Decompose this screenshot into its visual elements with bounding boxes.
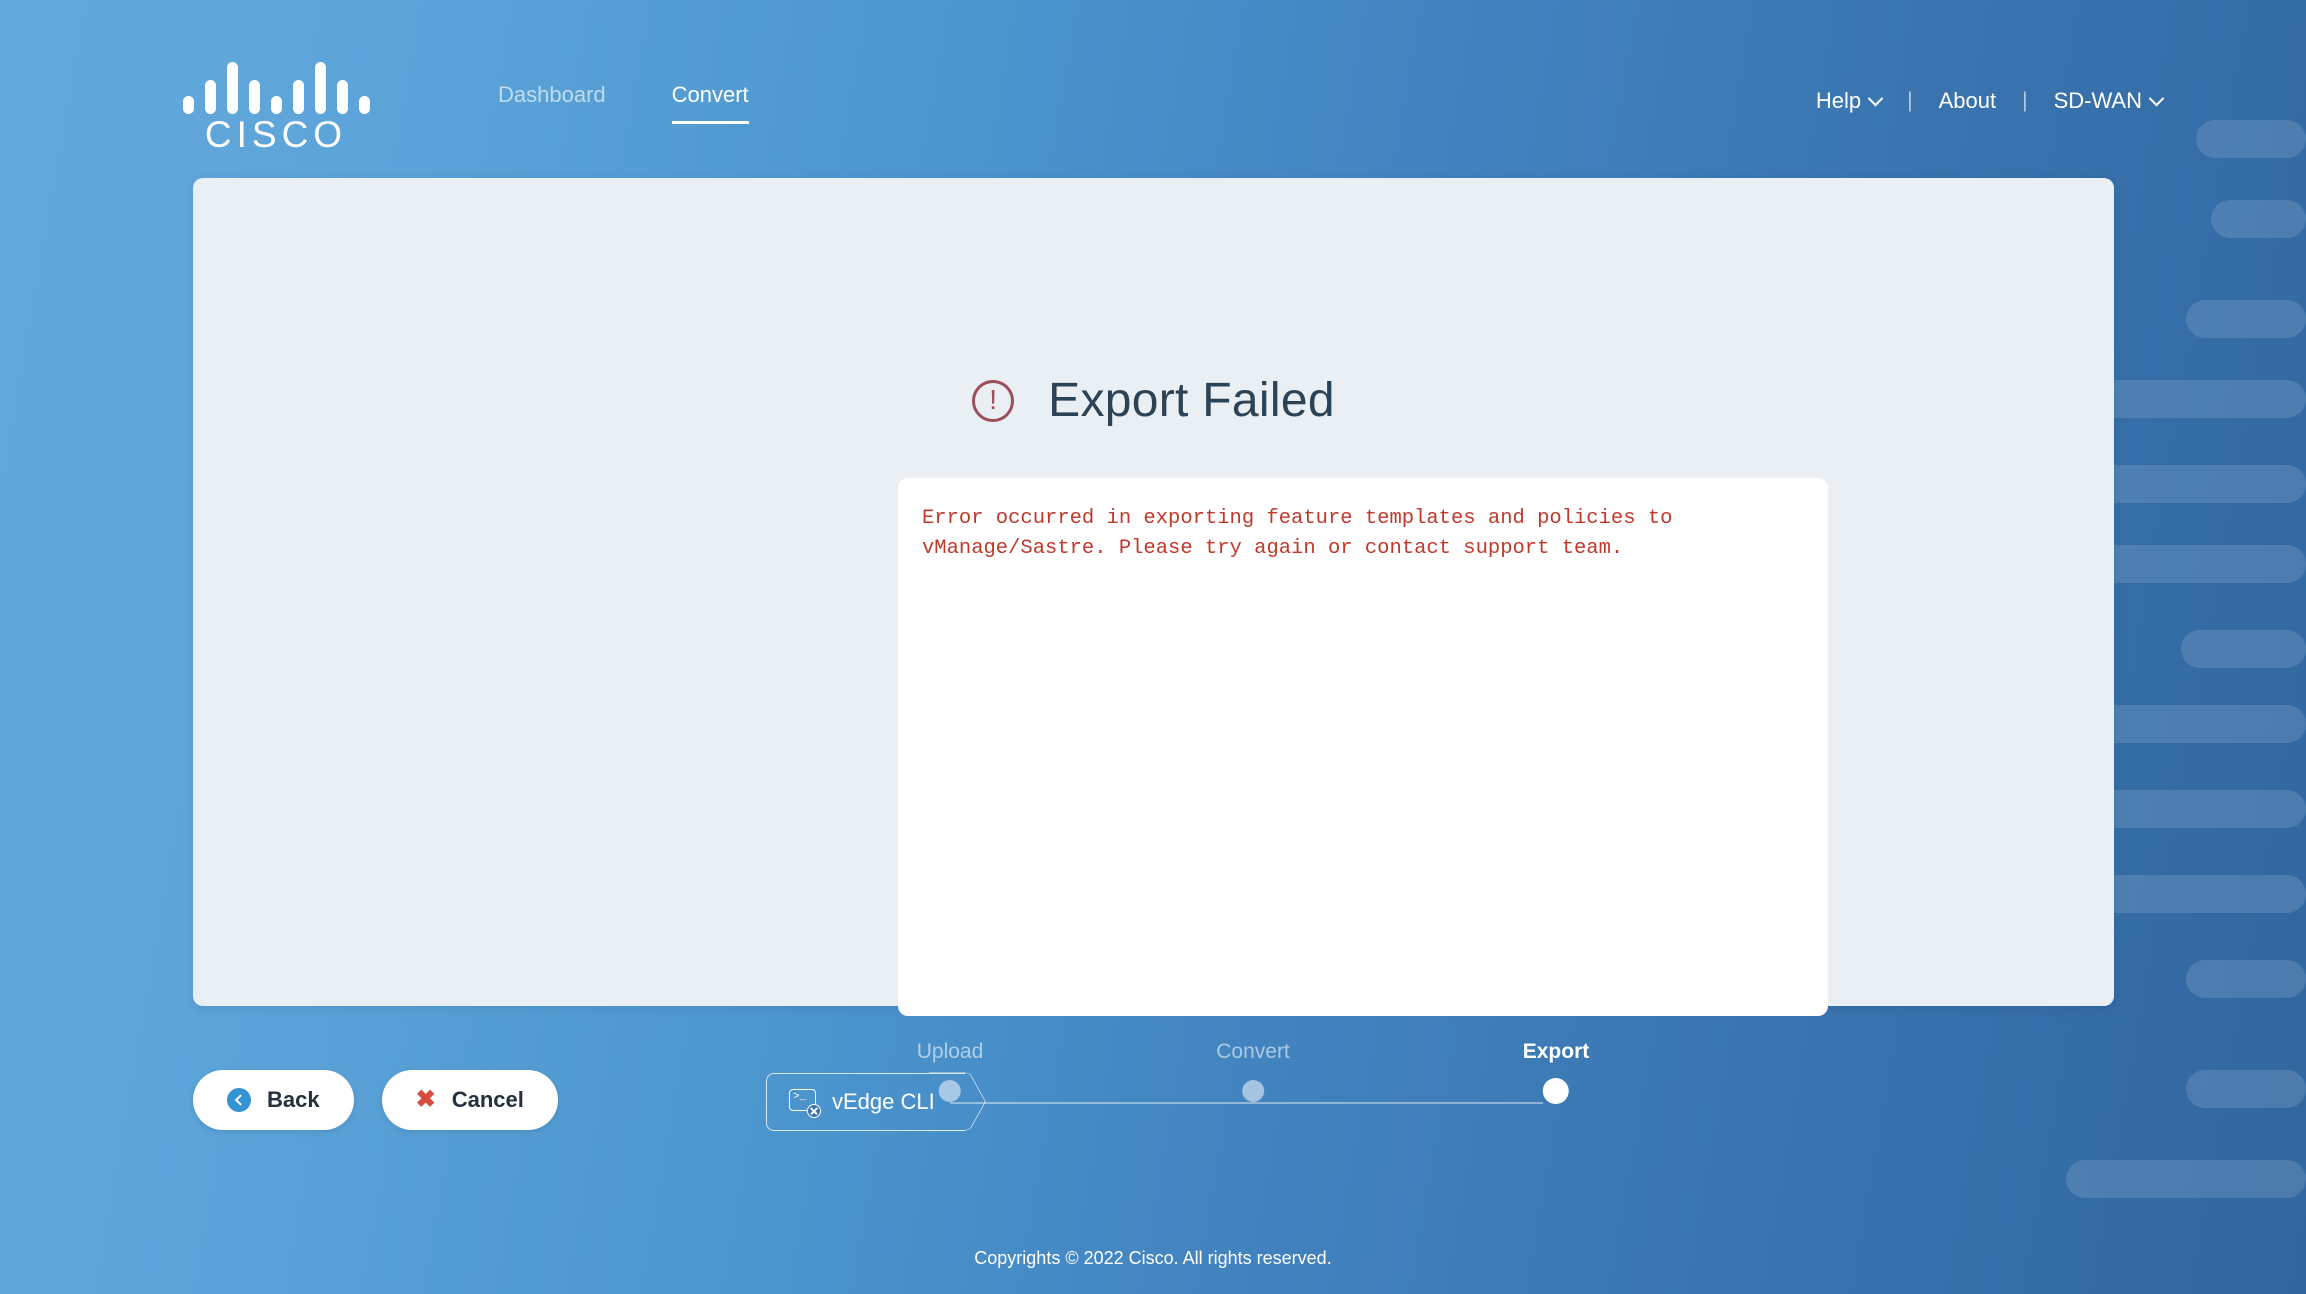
cisco-logo-bar (248, 80, 260, 114)
nav-separator-2: | (2022, 89, 2028, 112)
step-upload-dot (939, 1080, 961, 1102)
step-export-dot (1542, 1078, 1569, 1104)
step-convert[interactable]: Convert (1216, 1040, 1290, 1102)
chevron-down-icon (2148, 90, 2165, 106)
error-icon-glyph: ! (989, 383, 998, 415)
action-buttons: Back ✖ Cancel (193, 1070, 558, 1130)
cisco-logo-bar (182, 96, 194, 114)
page-header: ! Export Failed (193, 373, 2114, 428)
step-convert-dot (1242, 1080, 1264, 1102)
terminal-network-icon: >_ (789, 1089, 821, 1118)
step-export[interactable]: Export (1522, 1040, 1590, 1104)
cisco-logo-bar (204, 80, 216, 114)
nav-item-sdwan-label: SD-WAN (2053, 88, 2142, 113)
step-convert-label: Convert (1216, 1040, 1290, 1063)
nav-separator-1: | (1907, 89, 1913, 112)
progress-stepper: >_ vEdge CLI Upload Convert Export (766, 1040, 1589, 1132)
primary-nav: Dashboard Convert (498, 82, 749, 124)
nav-item-dashboard-label: Dashboard (498, 82, 606, 107)
output-console-panel: Error occurred in exporting feature temp… (898, 478, 1828, 1016)
step-upload[interactable]: Upload (916, 1040, 984, 1102)
back-button[interactable]: Back (193, 1070, 354, 1130)
cisco-bars-logo-icon (176, 58, 376, 114)
step-export-label: Export (1522, 1040, 1590, 1063)
decorative-bar (2186, 960, 2306, 998)
main-content-card: ! Export Failed Error occurred in export… (193, 178, 2114, 1016)
nav-item-convert-label: Convert (671, 82, 749, 107)
cancel-button[interactable]: ✖ Cancel (381, 1070, 558, 1130)
cisco-logo-bar (226, 62, 238, 114)
decorative-bar (2211, 200, 2306, 238)
decorative-bar (2181, 630, 2306, 668)
close-x-icon: ✖ (415, 1086, 436, 1113)
copyright-text: Copyrights © 2022 Cisco. All rights rese… (974, 1248, 1332, 1268)
cisco-logo-bar (270, 96, 282, 114)
error-exclamation-circle-icon: ! (972, 379, 1015, 422)
stepper-steps: Upload Convert Export (917, 1040, 1589, 1130)
nav-item-about-label: About (1938, 88, 1997, 113)
decorative-bar (2186, 300, 2306, 338)
cancel-button-label: Cancel (451, 1087, 524, 1112)
page-footer: Copyrights © 2022 Cisco. All rights rese… (0, 1248, 2306, 1269)
nav-item-dashboard[interactable]: Dashboard (498, 82, 606, 124)
nav-item-convert[interactable]: Convert (671, 82, 749, 124)
nav-item-about[interactable]: About (1917, 88, 2019, 114)
nav-item-sdwan[interactable]: SD-WAN (2032, 88, 2184, 114)
cisco-logo-bar (292, 80, 304, 114)
decorative-bar (2066, 1160, 2306, 1198)
top-navigation-bar: CISCO Dashboard Convert Help | About | S… (0, 0, 2306, 178)
page-title: Export Failed (1048, 374, 1335, 427)
chevron-left-circle-icon (227, 1088, 251, 1112)
cisco-logo[interactable]: CISCO (176, 58, 376, 158)
step-upload-label: Upload (916, 1040, 984, 1063)
cisco-wordmark: CISCO (204, 114, 348, 155)
nav-item-help-label: Help (1815, 88, 1862, 113)
decorative-bar (2186, 1070, 2306, 1108)
nav-item-help[interactable]: Help (1794, 88, 1903, 114)
back-button-label: Back (267, 1087, 320, 1112)
cisco-logo-bar (314, 62, 326, 114)
chevron-down-icon (1867, 90, 1884, 106)
cisco-logo-bar (358, 96, 370, 114)
error-message-text: Error occurred in exporting feature temp… (922, 507, 1685, 561)
secondary-nav: Help | About | SD-WAN (1794, 88, 2184, 114)
cisco-logo-bar (336, 80, 348, 114)
